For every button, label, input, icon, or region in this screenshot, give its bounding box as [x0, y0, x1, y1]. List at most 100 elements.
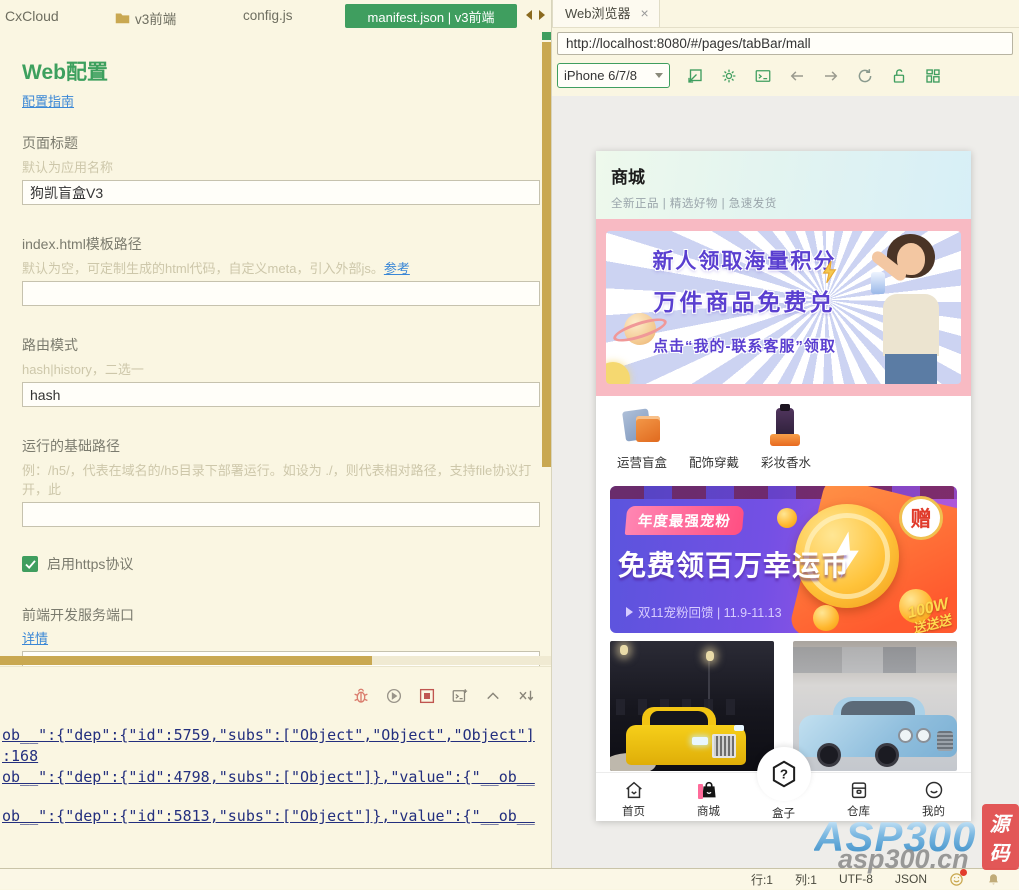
banner-subtitle: 双11宠粉回馈 | 11.9-11.13 — [626, 602, 782, 621]
tab-manifest-json-active[interactable]: manifest.json | v3前端 — [345, 4, 517, 28]
file-format-indicator[interactable]: JSON — [895, 872, 927, 886]
refresh-icon[interactable] — [856, 67, 874, 85]
promo-banner-lucky-coin[interactable]: 年度最强宠粉 免费领百万幸运币 双11宠粉回馈 | 11.9-11.13 赠 1… — [610, 486, 957, 633]
field-hint-template-path: 默认为空，可定制生成的html代码，自定义meta，引入外部js。参考 — [22, 258, 551, 277]
page-title: Web配置 — [22, 56, 551, 86]
moon-decoration — [606, 362, 630, 384]
console-line[interactable]: ob__":{"dep":{"id":4798,"subs":["Object"… — [2, 767, 551, 788]
hexagon-box-icon: ? — [768, 758, 800, 790]
device-select[interactable]: iPhone 6/7/8 — [557, 63, 670, 88]
template-reference-link[interactable]: 参考 — [384, 261, 410, 276]
clear-console-icon[interactable] — [517, 687, 535, 705]
banner-title: 免费领百万幸运币 — [618, 544, 850, 584]
restart-icon[interactable] — [385, 687, 403, 705]
svg-text:?: ? — [779, 767, 787, 782]
encoding-indicator[interactable]: UTF-8 — [839, 872, 873, 886]
lock-icon[interactable] — [890, 67, 908, 85]
tab-scroll-left-icon[interactable] — [526, 10, 532, 20]
console-line[interactable]: ob__":{"dep":{"id":5813,"subs":["Object"… — [2, 806, 551, 827]
banner-model-photo — [865, 234, 957, 384]
category-accessories-image — [692, 404, 736, 448]
field-label-page-title: 页面标题 — [22, 133, 551, 153]
ide-window: CxCloud v3前端 config.js manifest.json | v… — [0, 0, 1019, 889]
category-accessories[interactable]: 配饰穿戴 — [678, 404, 750, 474]
stop-icon[interactable] — [418, 687, 436, 705]
browser-tab[interactable]: Web浏览器 × — [552, 0, 660, 27]
tabbar-warehouse[interactable]: 仓库 — [821, 773, 896, 821]
banner-badge: 年度最强宠粉 — [625, 506, 745, 535]
horizontal-scrollbar-thumb[interactable] — [0, 656, 372, 665]
promo-banner-new-user[interactable]: 新人领取海量积分 万件商品免费兑 点击“我的-联系客服”领取 — [596, 219, 971, 396]
open-external-browser-icon[interactable] — [686, 67, 704, 85]
mall-tagline: 全新正品 | 精选好物 | 急速发货 — [611, 195, 971, 211]
category-row: 运营盲盒 配饰穿戴 彩妆香水 — [596, 396, 971, 474]
promo-banner-sunburst: 新人领取海量积分 万件商品免费兑 点击“我的-联系客服”领取 — [606, 231, 961, 384]
cursor-column-indicator[interactable]: 列:1 — [795, 871, 817, 888]
editor-tabstrip: CxCloud v3前端 config.js manifest.json | v… — [0, 0, 551, 30]
debug-bug-icon[interactable] — [352, 687, 370, 705]
check-icon — [25, 560, 36, 569]
category-blind-box-image — [620, 404, 664, 448]
mall-header: 商城 全新正品 | 精选好物 | 急速发货 — [596, 151, 971, 219]
notification-bell-icon[interactable] — [986, 872, 1001, 887]
https-checkbox[interactable] — [22, 556, 38, 572]
category-blind-box[interactable]: 运营盲盒 — [606, 404, 678, 474]
console-line[interactable]: :168 — [2, 746, 551, 767]
tabbar-box[interactable]: ? 盒子 — [746, 773, 821, 821]
address-bar-row — [552, 28, 1019, 57]
field-label-dev-port: 前端开发服务端口 — [22, 605, 551, 625]
project-name: CxCloud — [5, 8, 59, 24]
url-input[interactable] — [557, 32, 1013, 55]
webconfig-form: Web配置 配置指南 页面标题 默认为应用名称 index.html模板路径 默… — [0, 30, 551, 666]
browser-controls: iPhone 6/7/8 — [552, 57, 1019, 96]
tab-scroll-right-icon[interactable] — [539, 10, 545, 20]
smiley-face-icon — [923, 779, 945, 801]
warehouse-icon — [848, 779, 870, 801]
devtools-console-icon[interactable] — [754, 67, 772, 85]
new-terminal-icon[interactable] — [451, 687, 469, 705]
category-cosmetics[interactable]: 彩妆香水 — [750, 404, 822, 474]
web-browser-pane: Web浏览器 × iPhone 6/7/8 — [552, 0, 1019, 868]
box-center-button[interactable]: ? — [757, 747, 811, 801]
mall-bag-icon — [698, 779, 720, 801]
close-tab-icon[interactable]: × — [641, 6, 649, 20]
field-label-template-path: index.html模板路径 — [22, 234, 551, 254]
planet-decoration — [622, 311, 658, 347]
back-icon[interactable] — [788, 67, 806, 85]
console-toolbar — [0, 667, 551, 705]
console-output: ob__":{"dep":{"id":5759,"subs":["Object"… — [0, 725, 551, 827]
tab-scroll-arrows — [526, 10, 545, 20]
forward-icon[interactable] — [822, 67, 840, 85]
tab-v3-folder[interactable]: v3前端 — [115, 8, 176, 28]
console-line[interactable]: ob__":{"dep":{"id":5759,"subs":["Object"… — [2, 725, 551, 746]
dev-port-detail-link[interactable]: 详情 — [22, 631, 48, 646]
product-image-yellow-car[interactable] — [610, 641, 774, 771]
router-mode-input[interactable] — [22, 382, 540, 407]
field-hint-base-path: 例：/h5/，代表在域名的/h5目录下部署运行。如设为 ./，则代表相对路径，支… — [22, 460, 551, 498]
tabbar-mine[interactable]: 我的 — [896, 773, 971, 821]
base-path-input[interactable] — [22, 502, 540, 527]
vertical-scrollbar[interactable] — [542, 30, 551, 666]
collapse-panel-icon[interactable] — [484, 687, 502, 705]
feedback-smiley-icon[interactable] — [949, 872, 964, 887]
tabbar-mall-active[interactable]: 商城 — [671, 773, 746, 821]
product-image-blue-car[interactable] — [793, 641, 957, 771]
play-triangle-icon — [626, 607, 633, 617]
tabbar-home[interactable]: 首页 — [596, 773, 671, 821]
field-label-router-mode: 路由模式 — [22, 335, 551, 355]
cursor-line-indicator[interactable]: 行:1 — [751, 871, 773, 888]
page-title-input[interactable] — [22, 180, 540, 205]
settings-gear-icon[interactable] — [720, 67, 738, 85]
manifest-editor-pane: CxCloud v3前端 config.js manifest.json | v… — [0, 0, 552, 868]
template-path-input[interactable] — [22, 281, 540, 306]
horizontal-scrollbar[interactable] — [0, 656, 551, 665]
field-hint-router-mode: hash|history，二选一 — [22, 359, 551, 378]
field-label-base-path: 运行的基础路径 — [22, 436, 551, 456]
tab-config-js[interactable]: config.js — [243, 8, 293, 23]
vertical-scrollbar-thumb[interactable] — [542, 42, 551, 467]
phone-preview: 商城 全新正品 | 精选好物 | 急速发货 新人领取海量积分 万件商品免费兑 点… — [596, 151, 971, 821]
grid-layout-icon[interactable] — [924, 67, 942, 85]
lightning-decoration — [817, 259, 843, 285]
config-guide-link[interactable]: 配置指南 — [22, 91, 74, 110]
coin-decoration — [813, 605, 839, 631]
